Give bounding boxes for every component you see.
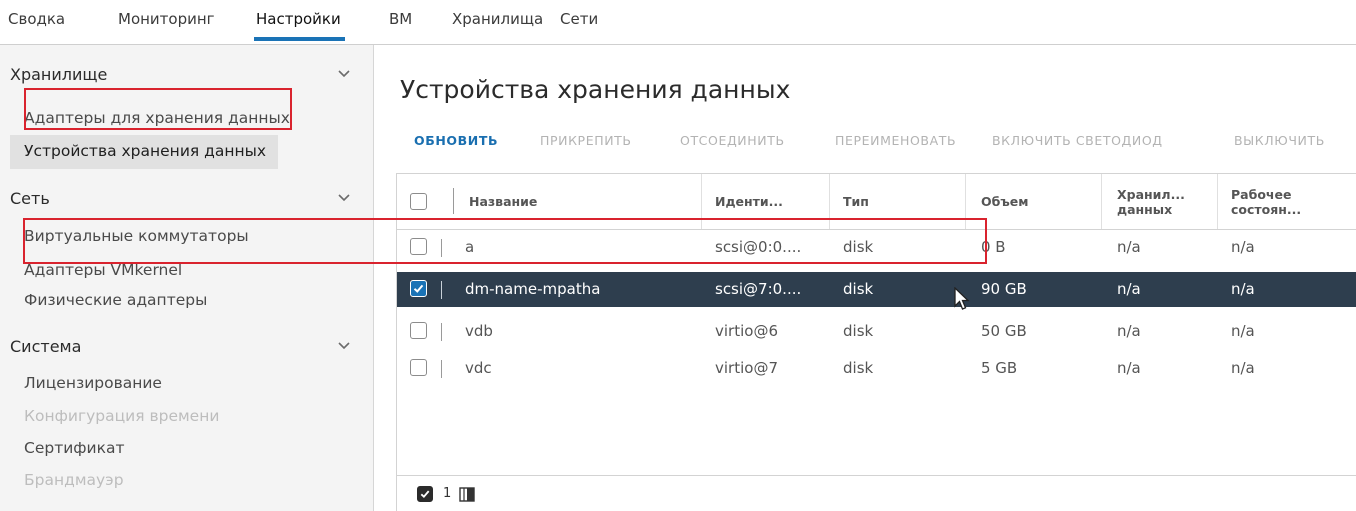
tab-vms[interactable]: ВМ: [389, 0, 412, 42]
sidebar-item-licensing[interactable]: Лицензирование: [24, 374, 162, 392]
row-checkbox[interactable]: [410, 359, 427, 376]
cell-identifier: virtio@7: [715, 359, 778, 377]
cell-datastore: n/a: [1117, 322, 1141, 340]
main-panel: Устройства хранения данных ОБНОВИТЬ ПРИК…: [374, 45, 1356, 511]
table-row[interactable]: vdc virtio@7 disk 5 GB n/a n/a: [397, 351, 1356, 386]
row-checkbox[interactable]: [410, 238, 427, 255]
column-header-name[interactable]: Название: [469, 174, 699, 229]
selected-count: 1: [443, 486, 452, 501]
column-divider: [1217, 174, 1218, 229]
tab-monitoring[interactable]: Мониторинг: [118, 0, 215, 42]
column-header-operational-state[interactable]: Рабочее состоян...: [1231, 174, 1331, 229]
sidebar-item-certificate[interactable]: Сертификат: [24, 439, 125, 457]
settings-sidebar: Хранилище Адаптеры для хранения данных У…: [0, 45, 374, 511]
table-footer: 1: [397, 475, 1356, 511]
cell-identifier: scsi@0:0....: [715, 238, 802, 256]
chevron-down-icon: [338, 194, 350, 202]
sidebar-item-firewall: Брандмауэр: [24, 471, 124, 489]
cell-operational-state: n/a: [1231, 359, 1255, 377]
column-header-capacity[interactable]: Объем: [981, 174, 1101, 229]
section-storage-title: Хранилище: [10, 65, 108, 84]
column-header-identifier[interactable]: Иденти...: [715, 174, 825, 229]
column-divider: [829, 174, 830, 229]
header-divider: [453, 188, 454, 214]
table-row[interactable]: a scsi@0:0.... disk 0 B n/a n/a: [397, 230, 1356, 265]
row-divider: [441, 281, 442, 299]
sidebar-item-physical-adapters[interactable]: Физические адаптеры: [24, 291, 207, 309]
cell-capacity: 5 GB: [981, 359, 1018, 377]
sidebar-item-time-configuration: Конфигурация времени: [24, 407, 220, 425]
column-divider: [965, 174, 966, 229]
cell-operational-state: n/a: [1231, 238, 1255, 256]
cell-type: disk: [843, 322, 874, 340]
checkmark-icon: [420, 490, 430, 499]
cell-identifier: scsi@7:0....: [715, 280, 802, 298]
sidebar-item-virtual-switches[interactable]: Виртуальные коммутаторы: [24, 227, 249, 245]
refresh-button[interactable]: ОБНОВИТЬ: [414, 133, 498, 148]
row-divider: [441, 360, 442, 378]
cell-name: dm-name-mpatha: [465, 280, 601, 298]
cell-name: vdc: [465, 359, 492, 377]
cell-datastore: n/a: [1117, 280, 1141, 298]
cell-name: a: [465, 238, 475, 256]
selected-count-checkbox-icon: [417, 486, 433, 502]
section-network-header[interactable]: Сеть: [10, 189, 355, 208]
action-bar: ОБНОВИТЬ ПРИКРЕПИТЬ ОТСОЕДИНИТЬ ПЕРЕИМЕН…: [374, 133, 1356, 153]
row-divider: [441, 323, 442, 341]
storage-devices-table: Название Иденти... Тип Объем Хранил... д…: [396, 173, 1356, 511]
cell-type: disk: [843, 238, 874, 256]
rename-button: ПЕРЕИМЕНОВАТЬ: [835, 133, 957, 148]
sidebar-item-storage-adapters[interactable]: Адаптеры для хранения данных: [24, 109, 290, 127]
column-header-datastore[interactable]: Хранил... данных: [1117, 174, 1207, 229]
tab-summary[interactable]: Сводка: [8, 0, 65, 42]
cell-datastore: n/a: [1117, 359, 1141, 377]
attach-button: ПРИКРЕПИТЬ: [540, 133, 632, 148]
columns-toggle-icon[interactable]: [459, 487, 475, 502]
cell-name: vdb: [465, 322, 493, 340]
tab-datastores[interactable]: Хранилища: [452, 0, 543, 42]
turn-on-led-button: ВКЛЮЧИТЬ СВЕТОДИОД: [992, 133, 1163, 148]
row-divider: [441, 239, 442, 257]
chevron-down-icon: [338, 70, 350, 78]
sidebar-item-vmkernel-adapters[interactable]: Адаптеры VMkernel: [24, 261, 182, 279]
cell-type: disk: [843, 359, 874, 377]
checkmark-icon: [413, 284, 424, 293]
detach-button: ОТСОЕДИНИТЬ: [680, 133, 785, 148]
table-row[interactable]: vdb virtio@6 disk 50 GB n/a n/a: [397, 314, 1356, 349]
tab-networks[interactable]: Сети: [560, 0, 598, 42]
column-header-type[interactable]: Тип: [843, 174, 963, 229]
row-checkbox[interactable]: [410, 322, 427, 339]
chevron-down-icon: [338, 342, 350, 350]
select-all-checkbox[interactable]: [410, 193, 427, 210]
turn-off-led-button: ВЫКЛЮЧИТЬ: [1234, 133, 1325, 148]
column-divider: [701, 174, 702, 229]
column-divider: [1101, 174, 1102, 229]
section-system-header[interactable]: Система: [10, 337, 355, 356]
sidebar-item-storage-devices[interactable]: Устройства хранения данных: [10, 135, 278, 169]
cell-operational-state: n/a: [1231, 322, 1255, 340]
cell-datastore: n/a: [1117, 238, 1141, 256]
cell-capacity: 0 B: [981, 238, 1006, 256]
row-checkbox-checked[interactable]: [410, 280, 427, 297]
table-header: Название Иденти... Тип Объем Хранил... д…: [397, 174, 1356, 230]
cell-capacity: 90 GB: [981, 280, 1027, 298]
cell-operational-state: n/a: [1231, 280, 1255, 298]
section-storage-header[interactable]: Хранилище: [10, 65, 355, 84]
section-system-title: Система: [10, 337, 82, 356]
tab-settings[interactable]: Настройки: [254, 0, 345, 42]
cell-identifier: virtio@6: [715, 322, 778, 340]
top-tab-bar: Сводка Мониторинг Настройки ВМ Хранилища…: [0, 0, 1356, 45]
cell-capacity: 50 GB: [981, 322, 1027, 340]
page-title: Устройства хранения данных: [400, 75, 791, 104]
table-row-selected[interactable]: dm-name-mpatha scsi@7:0.... disk 90 GB n…: [397, 272, 1356, 307]
cell-type: disk: [843, 280, 874, 298]
section-network-title: Сеть: [10, 189, 50, 208]
